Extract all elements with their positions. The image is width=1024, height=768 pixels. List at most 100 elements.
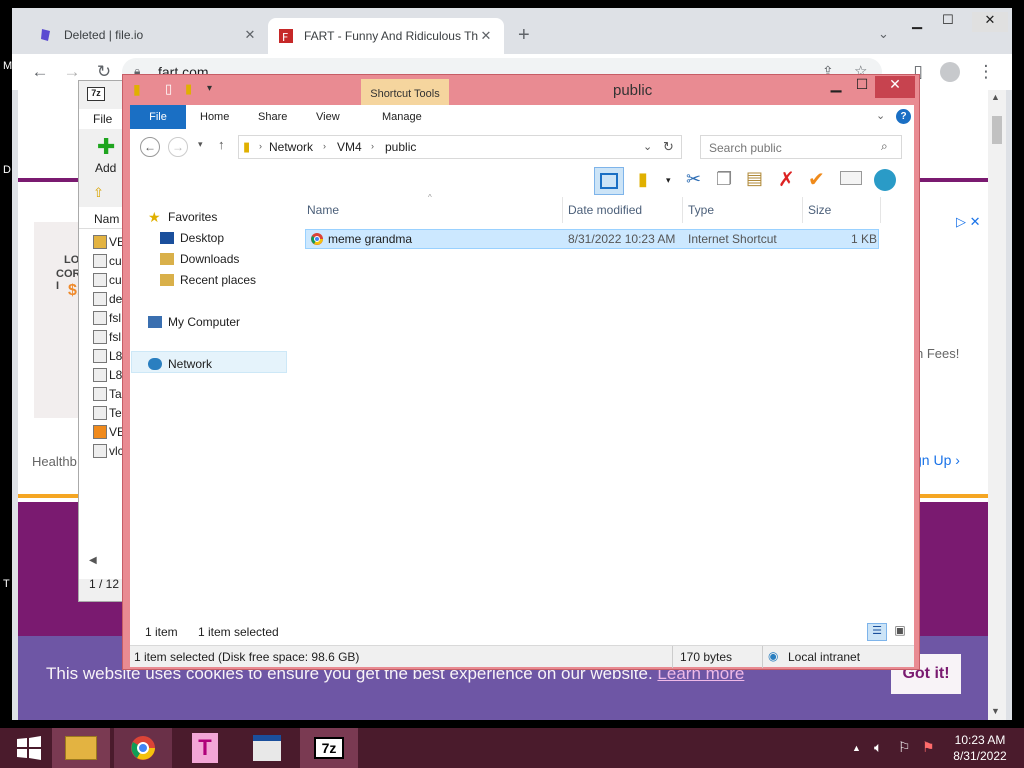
minimize-icon[interactable]: ▁ (912, 14, 922, 30)
copy-icon[interactable]: ❐ (716, 169, 732, 190)
up-icon[interactable]: ↑ (218, 137, 225, 152)
file-row[interactable]: meme grandma 8/31/2022 10:23 AM Internet… (305, 229, 879, 249)
tab-close-icon[interactable]: ✕ (478, 28, 494, 44)
nav-network[interactable]: Network (148, 354, 212, 374)
sevenzip-file-row[interactable]: vlc (93, 442, 124, 460)
nav-my-computer[interactable]: My Computer (148, 312, 240, 332)
properties-icon[interactable]: ▮ (638, 169, 648, 190)
qat-newfolder-icon[interactable]: ▮ (185, 81, 192, 97)
select-all-icon[interactable] (840, 171, 862, 185)
add-label[interactable]: Add (95, 161, 116, 175)
help-icon[interactable]: ? (896, 109, 911, 124)
details-view-icon[interactable]: ☰ (867, 623, 887, 641)
taskbar-explorer[interactable] (52, 728, 110, 768)
tab-home[interactable]: Home (200, 105, 229, 129)
ad-signup-link[interactable]: gn Up › (914, 452, 960, 468)
sevenzip-file-row[interactable]: VE (93, 423, 125, 441)
sevenzip-file-row[interactable]: fsl (93, 309, 121, 327)
tab-fileio[interactable]: Deleted | file.io ✕ (28, 20, 268, 50)
volume-icon[interactable]: 🔈︎ (874, 739, 882, 756)
back-icon[interactable]: ← (30, 62, 50, 82)
sevenzip-file-row[interactable]: cu (93, 271, 122, 289)
breadcrumb-vm4[interactable]: VM4 (337, 140, 362, 154)
maximize-icon[interactable]: ☐ (942, 12, 954, 28)
start-button[interactable] (0, 728, 58, 768)
address-bar[interactable]: ▮ › Network › VM4 › public ⌄ ↻ (238, 135, 682, 159)
tab-manage[interactable]: Manage (382, 105, 422, 129)
tab-file[interactable]: File (130, 105, 186, 129)
close-window-icon[interactable]: ✕ (875, 76, 915, 98)
forward-icon[interactable]: → (168, 137, 188, 157)
tab-view[interactable]: View (316, 105, 340, 129)
folder-up-icon[interactable]: ⇧ (93, 185, 104, 201)
paste-icon[interactable]: ▤ (746, 168, 763, 189)
menu-dots-icon[interactable]: ⋮ (976, 62, 996, 82)
rename-icon[interactable]: ✔ (808, 167, 825, 192)
column-date-modified[interactable]: Date modified (568, 203, 642, 217)
profile-avatar[interactable] (940, 62, 960, 82)
svg-text:F: F (282, 31, 288, 44)
adchoices-icon[interactable]: ▷ ✕ (956, 214, 981, 230)
new-tab-button[interactable]: + (518, 24, 530, 47)
scroll-thumb[interactable] (992, 116, 1002, 144)
close-window-icon[interactable]: ✕ (972, 12, 1008, 32)
taskbar-7zip[interactable]: 7z (300, 728, 358, 768)
breadcrumb-network[interactable]: Network (269, 140, 313, 154)
column-header-name[interactable]: Nam (94, 212, 119, 226)
h-scroll-left-icon[interactable]: ◀ (89, 555, 97, 566)
taskbar-app-t[interactable]: T (176, 728, 234, 768)
properties-dropdown-icon[interactable]: ▾ (666, 175, 671, 186)
network-globe-icon[interactable] (874, 169, 896, 191)
sevenzip-file-row[interactable]: Te (93, 404, 122, 422)
taskbar-cmd[interactable] (238, 728, 296, 768)
qat-dropdown-icon[interactable]: ▾ (207, 83, 212, 94)
action-center-icon[interactable]: ⚑ (922, 739, 935, 756)
sevenzip-file-row[interactable]: L8 (93, 366, 122, 384)
scroll-up-icon[interactable]: ▲ (991, 92, 1000, 102)
qat-properties-icon[interactable]: ▯ (165, 81, 172, 97)
preview-pane-icon[interactable] (594, 167, 624, 195)
reload-icon[interactable]: ↻ (94, 62, 114, 82)
scroll-down-icon[interactable]: ▼ (991, 706, 1000, 716)
maximize-icon[interactable]: ☐ (849, 76, 875, 98)
delete-icon[interactable]: ✗ (778, 167, 795, 192)
large-icons-view-icon[interactable]: ▣ (890, 623, 910, 641)
tray-expand-icon[interactable]: ▲ (852, 743, 861, 753)
sevenzip-file-row[interactable]: VE (93, 233, 125, 251)
tab-share[interactable]: Share (258, 105, 287, 129)
sevenzip-file-row[interactable]: L8 (93, 347, 122, 365)
column-name[interactable]: Name (307, 203, 339, 217)
forward-icon[interactable]: → (62, 62, 82, 82)
nav-desktop[interactable]: Desktop (160, 228, 224, 248)
network-tray-icon[interactable]: ⚐ (898, 739, 911, 756)
address-dropdown-icon[interactable]: ⌄ (643, 140, 652, 153)
breadcrumb-public[interactable]: public (385, 140, 416, 154)
page-scrollbar[interactable]: ▲ ▼ (988, 90, 1006, 720)
sevenzip-file-row[interactable]: cu (93, 252, 122, 270)
back-icon[interactable]: ← (140, 137, 160, 157)
recent-dropdown-icon[interactable]: ▾ (198, 139, 203, 150)
minimize-icon[interactable]: ▁ (823, 76, 849, 98)
add-icon[interactable]: ✚ (97, 136, 115, 158)
column-type[interactable]: Type (688, 203, 714, 217)
explorer-titlebar[interactable]: ▮ ▯ ▮ ▾ Shortcut Tools public ▁ ☐ ✕ (123, 75, 919, 109)
search-box[interactable]: Search public ⌕ (700, 135, 902, 159)
nav-favorites[interactable]: ★ Favorites (148, 207, 217, 227)
cut-icon[interactable]: ✂ (686, 169, 701, 190)
nav-downloads[interactable]: Downloads (160, 249, 239, 269)
tab-search-icon[interactable]: ⌄ (878, 26, 889, 42)
search-icon[interactable]: ⌕ (881, 139, 888, 154)
file-size: 1 KB (851, 232, 878, 246)
sevenzip-file-row[interactable]: Ta (93, 385, 122, 403)
sevenzip-file-row[interactable]: de (93, 290, 122, 308)
clock[interactable]: 10:23 AM 8/31/2022 (940, 732, 1020, 764)
tab-close-icon[interactable]: ✕ (242, 27, 258, 43)
nav-recent-places[interactable]: Recent places (160, 270, 256, 290)
ribbon-expand-icon[interactable]: ⌄ (876, 109, 885, 122)
tab-fart[interactable]: F FART - Funny And Ridiculous Thi ✕ (268, 18, 504, 54)
sevenzip-file-row[interactable]: fsl (93, 328, 121, 346)
column-size[interactable]: Size (808, 203, 831, 217)
taskbar-chrome[interactable] (114, 728, 172, 768)
refresh-icon[interactable]: ↻ (663, 139, 674, 155)
sevenzip-menu-file[interactable]: File (93, 112, 112, 126)
